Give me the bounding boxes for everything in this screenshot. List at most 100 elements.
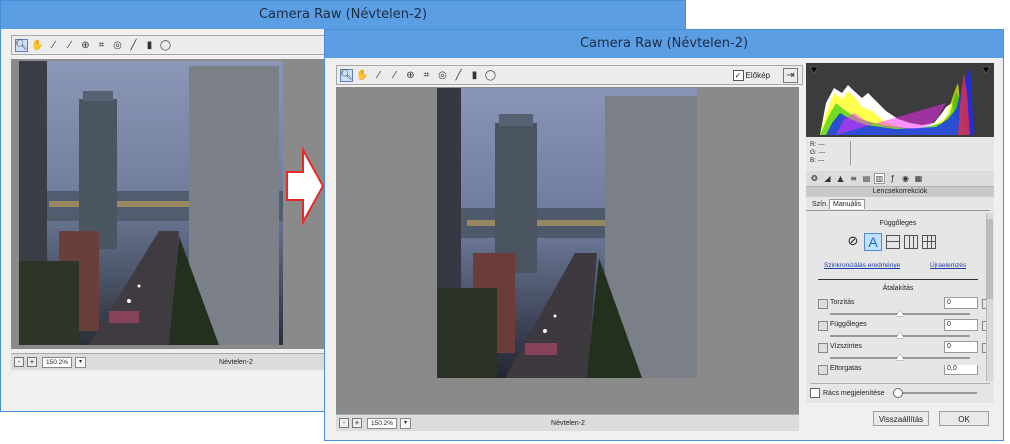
- reanalyze-link[interactable]: Újraelemzés: [930, 262, 966, 269]
- crop-icon[interactable]: ⌗: [420, 69, 433, 82]
- red-eye-icon[interactable]: ◎: [436, 69, 449, 82]
- back-statusbar: - + 150.2% ▾ Névtelen-2: [11, 353, 329, 370]
- hand-icon[interactable]: ✋: [356, 69, 369, 82]
- level-icon[interactable]: [886, 235, 900, 249]
- basic-icon[interactable]: ❂: [809, 173, 820, 184]
- slider-label: Torzítás: [830, 299, 855, 306]
- presets-icon[interactable]: ▦: [913, 173, 924, 184]
- upright-buttons: ⊘ A: [846, 233, 936, 251]
- right-panel: R: --- G: --- B: --- ❂ ◢ ▲ ≡ ▤ ▥ ƒ ◉ ▦ L…: [806, 63, 994, 403]
- slider-label: Vízszintes: [830, 343, 862, 350]
- zoom-out-button[interactable]: -: [339, 418, 349, 428]
- slider-thumb[interactable]: [896, 354, 904, 360]
- crop-icon[interactable]: ⌗: [95, 39, 108, 52]
- zoom-in-button[interactable]: +: [27, 357, 37, 367]
- scroll-thumb[interactable]: [987, 219, 993, 299]
- color-sampler-icon[interactable]: ⁄: [388, 69, 401, 82]
- off-icon[interactable]: ⊘: [846, 235, 860, 249]
- front-statusbar: - + 150.2% ▾ Névtelen-2: [336, 414, 799, 431]
- tab-underline: [806, 210, 990, 211]
- grid-slider-track[interactable]: [893, 388, 978, 398]
- eyedropper-icon[interactable]: ⁄: [47, 39, 60, 52]
- grid-label: Rács megjelenítése: [823, 389, 885, 397]
- front-filename: Névtelen-2: [551, 419, 585, 427]
- tab-color[interactable]: Szín: [812, 201, 826, 208]
- arrow-icon: [286, 147, 325, 225]
- histogram: [806, 63, 994, 137]
- r-value: R: ---: [810, 141, 825, 148]
- back-photo: [19, 61, 283, 345]
- grid-row[interactable]: Rács megjelenítése: [810, 383, 990, 400]
- brush-icon[interactable]: ╱: [452, 69, 465, 82]
- detail-icon[interactable]: ▲: [835, 173, 846, 184]
- split-toning-icon[interactable]: ▤: [861, 173, 872, 184]
- slider-thumb[interactable]: [896, 310, 904, 316]
- camera-calibration-icon[interactable]: ◉: [900, 173, 911, 184]
- back-window-title: Camera Raw (Névtelen-2): [1, 1, 685, 29]
- auto-button[interactable]: A: [864, 233, 882, 251]
- distortion-icon: [818, 299, 828, 309]
- brush-icon[interactable]: ╱: [127, 39, 140, 52]
- targeted-adjust-icon[interactable]: ⊕: [79, 39, 92, 52]
- rotate-icon[interactable]: ◯: [484, 69, 497, 82]
- front-window-body: 🔍︎ ✋ ⁄ ⁄ ⊕ ⌗ ◎ ╱ ▮ ◯ ✓ Előkép ⇥ - + 150.…: [331, 60, 999, 436]
- preview-checkbox[interactable]: ✓ Előkép: [732, 69, 770, 81]
- zoom-icon[interactable]: 🔍︎: [15, 38, 28, 52]
- back-toolbar: 🔍︎ ✋ ⁄ ⁄ ⊕ ⌗ ◎ ╱ ▮ ◯: [11, 35, 333, 55]
- slider-value[interactable]: 0: [944, 297, 978, 309]
- sync-link[interactable]: Szinkronizálás eredménye: [824, 262, 900, 269]
- panel-tabs: ❂ ◢ ▲ ≡ ▤ ▥ ƒ ◉ ▦: [806, 171, 994, 187]
- zoom-in-button[interactable]: +: [352, 418, 362, 428]
- vertical-icon: [818, 321, 828, 331]
- front-window-title: Camera Raw (Névtelen-2): [325, 30, 1003, 58]
- section-title: Lencsekorrekciók: [806, 187, 994, 197]
- targeted-adjust-icon[interactable]: ⊕: [404, 69, 417, 82]
- horizontal-icon: [818, 343, 828, 353]
- reset-button[interactable]: Visszaállítás: [873, 411, 929, 426]
- slider-label: Elforgatás: [830, 365, 862, 372]
- fullscreen-icon[interactable]: ⇥: [783, 67, 798, 83]
- slider-value[interactable]: 0: [944, 341, 978, 353]
- city-photo: [437, 88, 697, 378]
- filter-icon[interactable]: ▮: [468, 69, 481, 82]
- transform-heading: Átalakítás: [882, 285, 914, 292]
- zoom-level[interactable]: 150.2%: [367, 417, 398, 429]
- slider-value[interactable]: 0,0: [944, 365, 978, 375]
- ok-button[interactable]: OK: [939, 411, 989, 426]
- hand-icon[interactable]: ✋: [31, 39, 44, 52]
- preview-label: Előkép: [745, 70, 770, 80]
- slider-label: Függőleges: [830, 321, 867, 328]
- slider-rotate[interactable]: Elforgatás 0,0: [818, 365, 978, 377]
- filter-icon[interactable]: ▮: [143, 39, 156, 52]
- histogram-graph: [806, 63, 994, 137]
- zoom-level[interactable]: 150.2%: [42, 356, 73, 368]
- zoom-icon[interactable]: 🔍︎: [340, 68, 353, 82]
- grid-slider-thumb[interactable]: [893, 388, 904, 398]
- hsl-icon[interactable]: ≡: [848, 173, 859, 184]
- vertical-heading: Függőleges: [879, 220, 917, 227]
- grid-checkbox[interactable]: [810, 388, 820, 398]
- vertical-icon[interactable]: [904, 235, 918, 249]
- full-icon[interactable]: [922, 235, 936, 249]
- panel-scrollbar[interactable]: [986, 213, 993, 381]
- slider-horizontal[interactable]: Vízszintes 0: [818, 341, 992, 367]
- front-toolbar: 🔍︎ ✋ ⁄ ⁄ ⊕ ⌗ ◎ ╱ ▮ ◯ ✓ Előkép ⇥: [336, 65, 803, 85]
- rotate-icon[interactable]: ◯: [159, 39, 172, 52]
- tab-manual[interactable]: Manuális: [829, 199, 866, 209]
- zoom-out-button[interactable]: -: [14, 357, 24, 367]
- front-window: Camera Raw (Névtelen-2) 🔍︎ ✋ ⁄ ⁄ ⊕ ⌗ ◎ ╱…: [324, 29, 1004, 441]
- slider-thumb[interactable]: [896, 332, 904, 338]
- city-photo: [19, 61, 283, 345]
- red-eye-icon[interactable]: ◎: [111, 39, 124, 52]
- eyedropper-icon[interactable]: ⁄: [372, 69, 385, 82]
- effects-icon[interactable]: ƒ: [887, 173, 898, 184]
- lens-corrections-icon[interactable]: ▥: [874, 173, 885, 184]
- b-value: B: ---: [810, 157, 825, 164]
- zoom-dropdown[interactable]: ▾: [400, 417, 412, 429]
- tone-curve-icon[interactable]: ◢: [822, 173, 833, 184]
- slider-value[interactable]: 0: [944, 319, 978, 331]
- rotate-icon: [818, 365, 828, 375]
- zoom-dropdown[interactable]: ▾: [75, 356, 87, 368]
- back-canvas: [11, 59, 329, 349]
- color-sampler-icon[interactable]: ⁄: [63, 39, 76, 52]
